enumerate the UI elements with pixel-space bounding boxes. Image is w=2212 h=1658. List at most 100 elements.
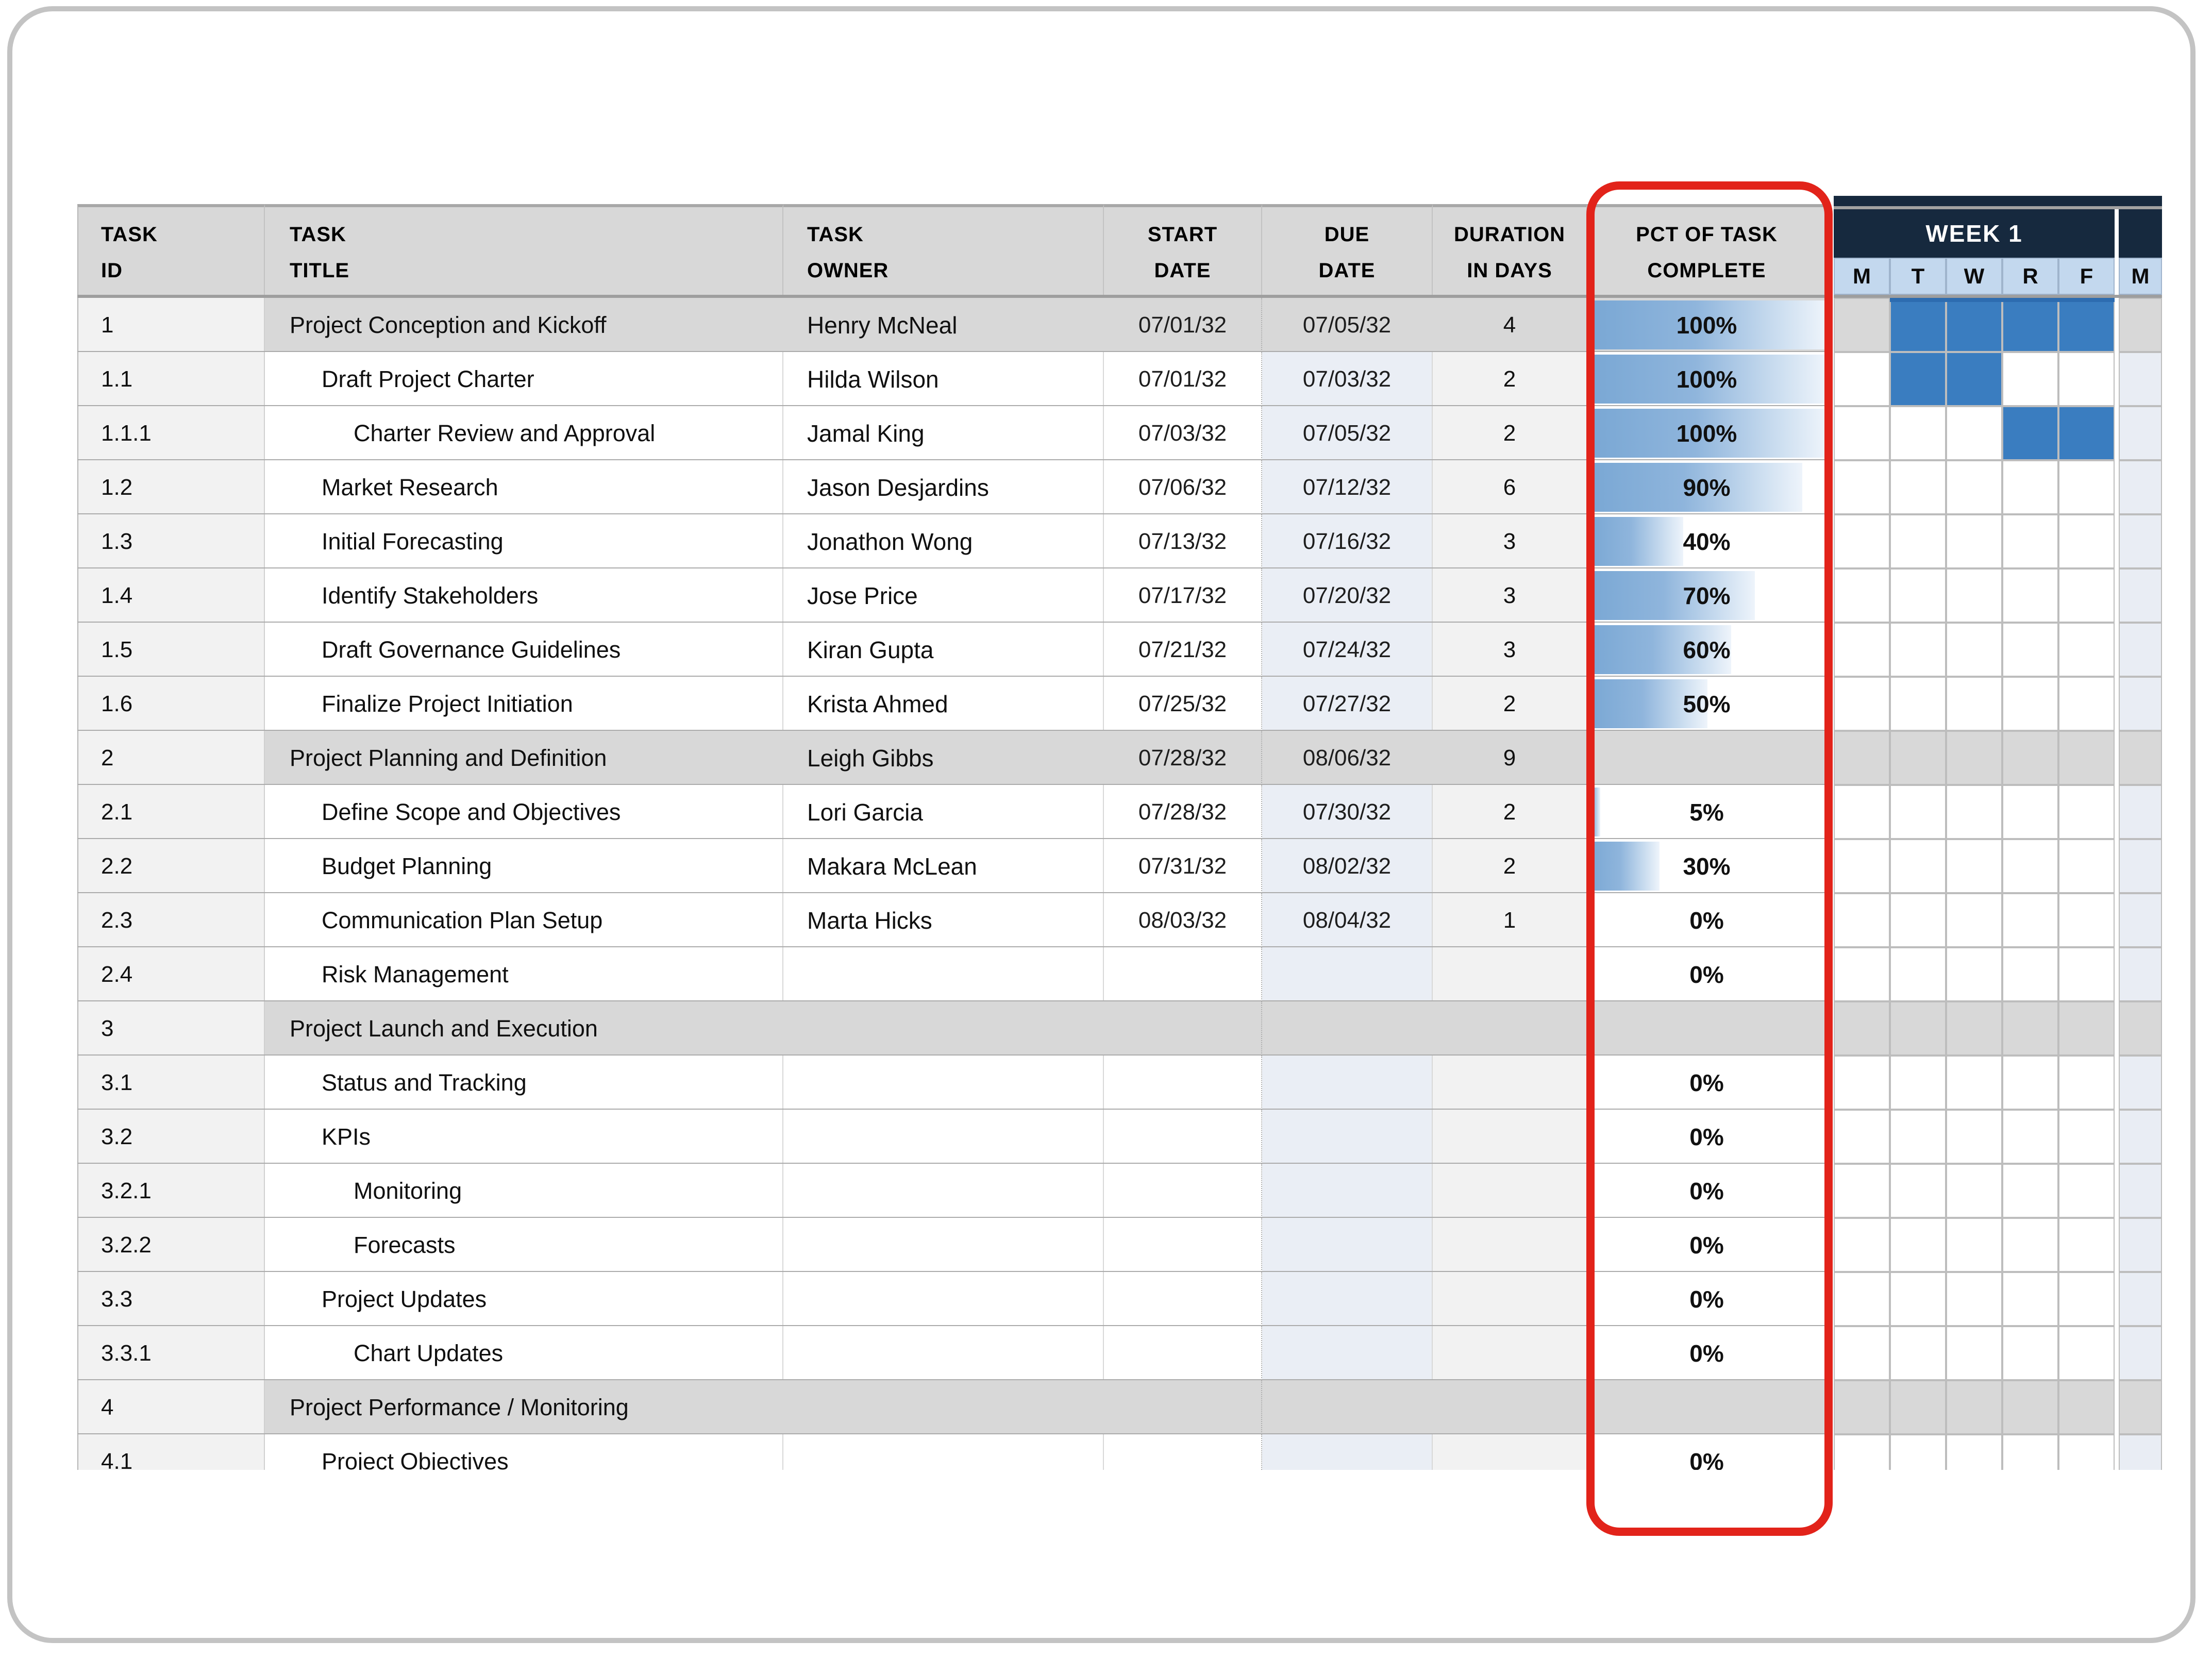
gantt-day-cell[interactable] xyxy=(1834,1001,1890,1056)
gantt-day-cell[interactable] xyxy=(1834,1218,1890,1272)
cell-task-id[interactable]: 1.3 xyxy=(77,514,265,568)
gantt-day-cell[interactable] xyxy=(2058,947,2115,1001)
cell-duration[interactable] xyxy=(1433,947,1587,1001)
cell-task-title[interactable]: Status and Tracking xyxy=(265,1056,783,1110)
cell-due-date[interactable]: 07/30/32 xyxy=(1262,785,1433,839)
gantt-day-cell[interactable] xyxy=(1890,1326,1946,1380)
cell-task-title[interactable]: Project Performance / Monitoring xyxy=(265,1380,783,1434)
gantt-day-cell[interactable] xyxy=(1890,785,1946,839)
cell-task-id[interactable]: 1.2 xyxy=(77,460,265,514)
gantt-filled-cell[interactable] xyxy=(2002,406,2058,460)
gantt-day-cell[interactable] xyxy=(2002,839,2058,893)
cell-duration[interactable]: 6 xyxy=(1433,460,1587,514)
gantt-filled-cell[interactable] xyxy=(2058,298,2115,352)
cell-task-id[interactable]: 3.3.1 xyxy=(77,1326,265,1380)
gantt-day-cell[interactable] xyxy=(2058,1001,2115,1056)
cell-task-owner[interactable]: Jamal King xyxy=(783,406,1104,460)
gantt-day-cell[interactable] xyxy=(1890,1001,1946,1056)
gantt-filled-cell[interactable] xyxy=(2002,298,2058,352)
cell-task-title[interactable]: Charter Review and Approval xyxy=(265,406,783,460)
cell-task-owner[interactable]: Henry McNeal xyxy=(783,298,1104,352)
cell-task-title[interactable]: Identify Stakeholders xyxy=(265,568,783,623)
cell-start-date[interactable] xyxy=(1104,1110,1262,1164)
cell-due-date[interactable]: 08/02/32 xyxy=(1262,839,1433,893)
cell-due-date[interactable]: 07/24/32 xyxy=(1262,623,1433,677)
cell-task-title[interactable]: KPIs xyxy=(265,1110,783,1164)
cell-due-date[interactable] xyxy=(1262,1272,1433,1326)
cell-task-owner[interactable]: Makara McLean xyxy=(783,839,1104,893)
gantt-day-cell[interactable] xyxy=(1890,1272,1946,1326)
gantt-day-cell[interactable] xyxy=(1890,623,1946,677)
gantt-day-cell[interactable] xyxy=(1834,1434,1890,1470)
gantt-day-cell[interactable] xyxy=(2058,785,2115,839)
gantt-day-cell[interactable] xyxy=(1834,1110,1890,1164)
cell-task-id[interactable]: 1.1 xyxy=(77,352,265,406)
cell-due-date[interactable]: 07/27/32 xyxy=(1262,677,1433,731)
column-header-due-date[interactable]: DUE DATE xyxy=(1262,204,1433,298)
cell-due-date[interactable]: 07/16/32 xyxy=(1262,514,1433,568)
gantt-day-cell[interactable] xyxy=(2058,731,2115,785)
day-header-5[interactable]: F xyxy=(2058,258,2115,295)
gantt-day-cell[interactable] xyxy=(1834,460,1890,514)
gantt-day-cell-next-week[interactable] xyxy=(2119,406,2162,460)
cell-start-date[interactable]: 07/28/32 xyxy=(1104,785,1262,839)
gantt-day-cell[interactable] xyxy=(1890,731,1946,785)
cell-task-id[interactable]: 3.1 xyxy=(77,1056,265,1110)
gantt-day-cell[interactable] xyxy=(2002,1110,2058,1164)
gantt-day-cell-next-week[interactable] xyxy=(2119,298,2162,352)
cell-start-date[interactable]: 07/01/32 xyxy=(1104,352,1262,406)
cell-start-date[interactable]: 07/28/32 xyxy=(1104,731,1262,785)
cell-task-owner[interactable] xyxy=(783,1272,1104,1326)
gantt-day-cell[interactable] xyxy=(2002,460,2058,514)
gantt-day-cell[interactable] xyxy=(1834,568,1890,623)
cell-task-title[interactable]: Chart Updates xyxy=(265,1326,783,1380)
column-header-duration[interactable]: DURATION IN DAYS xyxy=(1433,204,1587,298)
gantt-day-cell[interactable] xyxy=(1834,352,1890,406)
cell-duration[interactable]: 2 xyxy=(1433,352,1587,406)
cell-task-title[interactable]: Project Updates xyxy=(265,1272,783,1326)
cell-task-id[interactable]: 4.1 xyxy=(77,1434,265,1470)
cell-start-date[interactable] xyxy=(1104,1218,1262,1272)
cell-due-date[interactable] xyxy=(1262,1434,1433,1470)
cell-start-date[interactable]: 07/25/32 xyxy=(1104,677,1262,731)
gantt-day-cell[interactable] xyxy=(1946,785,2002,839)
gantt-day-cell[interactable] xyxy=(1834,677,1890,731)
gantt-day-cell[interactable] xyxy=(1834,623,1890,677)
cell-task-id[interactable]: 2.1 xyxy=(77,785,265,839)
gantt-day-cell[interactable] xyxy=(1946,1164,2002,1218)
gantt-day-cell-next-week[interactable] xyxy=(2119,1272,2162,1326)
cell-duration[interactable]: 4 xyxy=(1433,298,1587,352)
gantt-day-cell[interactable] xyxy=(2058,460,2115,514)
gantt-day-cell[interactable] xyxy=(1946,406,2002,460)
gantt-day-cell[interactable] xyxy=(1946,947,2002,1001)
cell-task-title[interactable]: Initial Forecasting xyxy=(265,514,783,568)
cell-task-owner[interactable]: Jose Price xyxy=(783,568,1104,623)
gantt-day-cell-next-week[interactable] xyxy=(2119,839,2162,893)
gantt-day-cell[interactable] xyxy=(1834,785,1890,839)
cell-start-date[interactable]: 07/21/32 xyxy=(1104,623,1262,677)
column-header-start-date[interactable]: START DATE xyxy=(1104,204,1262,298)
cell-task-title[interactable]: Draft Project Charter xyxy=(265,352,783,406)
cell-due-date[interactable] xyxy=(1262,1326,1433,1380)
cell-task-id[interactable]: 2 xyxy=(77,731,265,785)
gantt-day-cell[interactable] xyxy=(1946,623,2002,677)
gantt-day-cell[interactable] xyxy=(2058,1218,2115,1272)
cell-due-date[interactable] xyxy=(1262,1001,1433,1056)
gantt-day-cell[interactable] xyxy=(2002,352,2058,406)
gantt-day-cell[interactable] xyxy=(1890,568,1946,623)
cell-task-title[interactable]: Project Planning and Definition xyxy=(265,731,783,785)
gantt-day-cell[interactable] xyxy=(1834,839,1890,893)
cell-duration[interactable] xyxy=(1433,1164,1587,1218)
gantt-day-cell[interactable] xyxy=(2058,1380,2115,1434)
gantt-day-cell-next-week[interactable] xyxy=(2119,1434,2162,1470)
gantt-filled-cell[interactable] xyxy=(2058,406,2115,460)
gantt-day-cell[interactable] xyxy=(2058,1434,2115,1470)
cell-task-owner[interactable]: Lori Garcia xyxy=(783,785,1104,839)
gantt-day-cell[interactable] xyxy=(1946,677,2002,731)
gantt-day-cell[interactable] xyxy=(1890,1218,1946,1272)
cell-task-owner[interactable]: Kiran Gupta xyxy=(783,623,1104,677)
cell-task-title[interactable]: Market Research xyxy=(265,460,783,514)
cell-due-date[interactable]: 07/03/32 xyxy=(1262,352,1433,406)
cell-due-date[interactable]: 07/20/32 xyxy=(1262,568,1433,623)
cell-task-id[interactable]: 1.5 xyxy=(77,623,265,677)
